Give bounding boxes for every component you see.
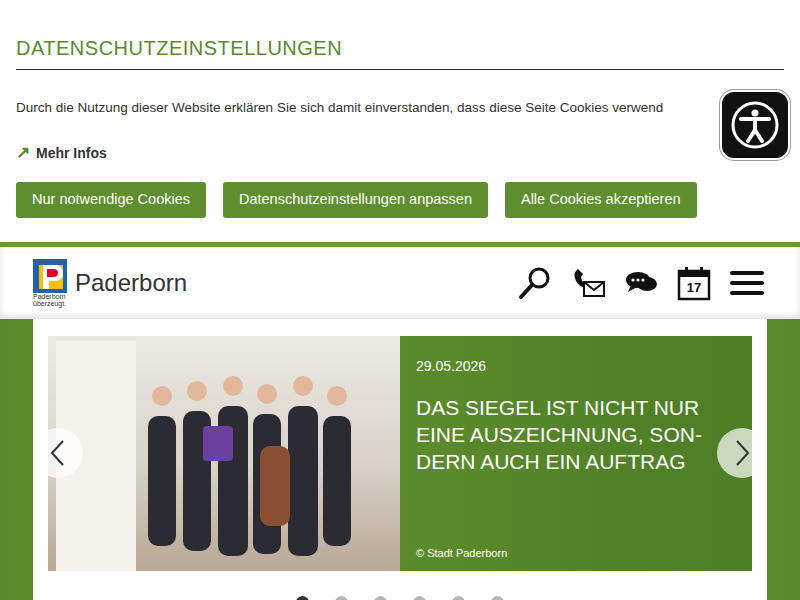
logo-caption: Paderborn: [33, 293, 66, 300]
calendar-day: 17: [674, 278, 714, 298]
site-name: Paderborn: [75, 265, 187, 301]
logo-caption: überzeugt.: [33, 300, 66, 307]
news-title[interactable]: DAS SIEGEL IST NICHT NUR EINE AUSZEICHNU…: [416, 395, 702, 476]
accessibility-icon[interactable]: [720, 90, 790, 160]
logo-icon: [33, 259, 67, 293]
more-info-label: Mehr Infos: [36, 143, 107, 164]
news-slide[interactable]: 29.05.2026 DAS SIEGEL IST NICHT NUR EINE …: [48, 336, 752, 571]
slider-dots: [48, 571, 752, 600]
cookie-button[interactable]: Nur notwendige Cookies: [16, 182, 206, 218]
slider-dot[interactable]: [452, 596, 465, 600]
next-arrow-icon[interactable]: [717, 428, 767, 478]
cookie-button[interactable]: Datenschutzeinstellungen anpassen: [223, 182, 488, 218]
arrow-icon: ↗: [16, 140, 30, 166]
slider-dot[interactable]: [335, 596, 348, 600]
prev-arrow-icon[interactable]: [33, 428, 83, 478]
site-header: Paderbornüberzeugt.Paderborn17: [0, 247, 800, 319]
banner-text: Durch die Nutzung dieser Website erkläre…: [16, 98, 784, 118]
menu-icon[interactable]: [727, 263, 767, 303]
slider-dot[interactable]: [296, 596, 309, 600]
slider-dot[interactable]: [374, 596, 387, 600]
photo-credit: © Stadt Paderborn: [416, 545, 702, 562]
home-link[interactable]: Paderbornüberzeugt.Paderborn: [33, 259, 187, 308]
cookie-button[interactable]: Alle Cookies akzeptieren: [505, 182, 697, 218]
chat-icon[interactable]: [621, 263, 661, 303]
slider-dot[interactable]: [491, 596, 504, 600]
cookie-banner: DATENSCHUTZEINSTELLUNGEN Durch die Nutzun…: [0, 0, 800, 242]
logo: Paderbornüberzeugt.: [33, 259, 67, 308]
news-date: 29.05.2026: [416, 356, 702, 377]
more-info-link[interactable]: ↗ Mehr Infos: [16, 140, 784, 166]
slider-dot[interactable]: [413, 596, 426, 600]
calendar-icon[interactable]: 17: [674, 263, 714, 303]
news-photo: [48, 336, 400, 571]
contact-icon[interactable]: [568, 263, 608, 303]
search-icon[interactable]: [515, 263, 555, 303]
banner-title: DATENSCHUTZEINSTELLUNGEN: [16, 36, 784, 70]
